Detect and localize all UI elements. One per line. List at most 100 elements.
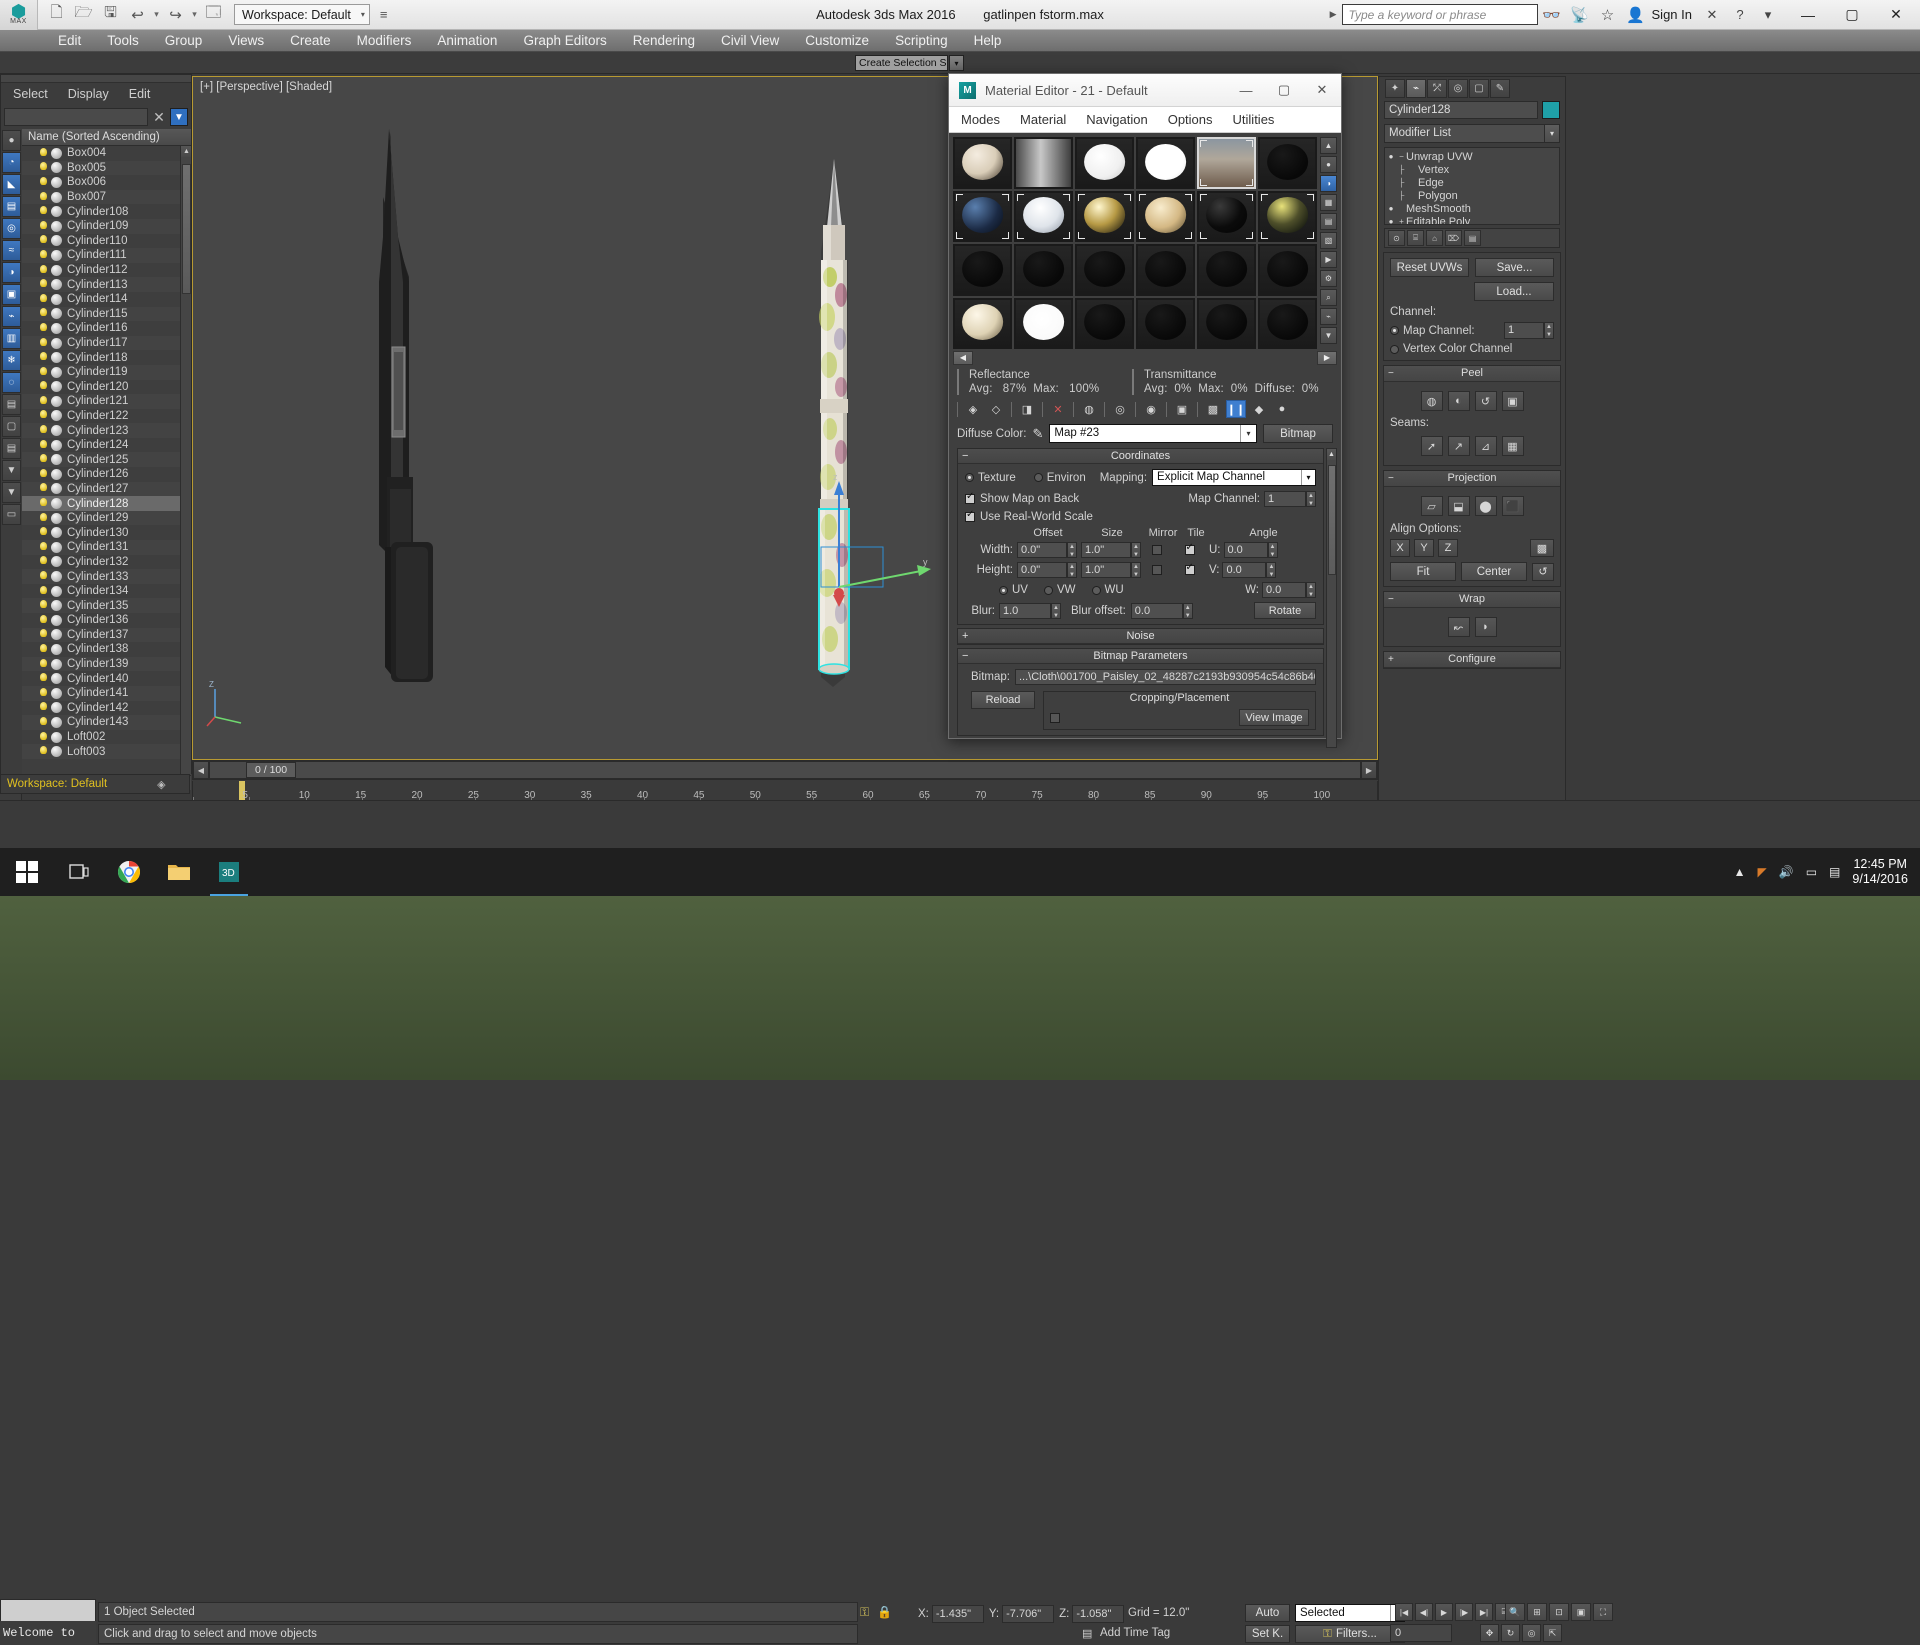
material-sample-slot[interactable] — [1197, 298, 1256, 350]
map-channel-spinner[interactable]: ▲▼ — [1306, 491, 1316, 507]
vw-radio[interactable] — [1044, 586, 1053, 595]
set-key-button[interactable]: Set K. — [1245, 1625, 1290, 1643]
relax-icon[interactable]: ▣ — [1502, 391, 1524, 411]
object-sphere-icon[interactable] — [51, 746, 62, 757]
texture-radio[interactable] — [965, 473, 974, 482]
put-to-library-icon[interactable]: ◉ — [1141, 400, 1161, 418]
material-sample-slot[interactable] — [1014, 244, 1073, 296]
lightbulb-toggle-icon[interactable]: ● — [1385, 152, 1397, 161]
list-item[interactable]: Box005 — [22, 161, 191, 176]
tab-create[interactable]: ✦ — [1385, 79, 1405, 98]
sign-in-button[interactable]: Sign In — [1650, 7, 1698, 22]
lightbulb-icon[interactable] — [38, 644, 49, 655]
map-channel-radio[interactable] — [1390, 326, 1399, 335]
material-sample-slot[interactable] — [953, 191, 1012, 243]
object-sphere-icon[interactable] — [51, 396, 62, 407]
object-name-input[interactable]: Cylinder128 — [1384, 101, 1538, 119]
show-end-result-icon[interactable]: ⌸ — [1407, 230, 1424, 246]
reload-button[interactable]: Reload — [971, 691, 1035, 709]
width-offset-input[interactable]: 0.0" — [1017, 542, 1067, 558]
material-sample-slot[interactable] — [1014, 191, 1073, 243]
lightbulb-icon[interactable] — [38, 483, 49, 494]
modifier-stack-item[interactable]: ●+Editable Poly — [1385, 215, 1559, 225]
display-helpers-icon[interactable]: ◎ — [2, 218, 21, 239]
height-size-spinner[interactable]: ▲▼ — [1131, 562, 1141, 578]
scroll-up-icon[interactable]: ▲ — [1327, 449, 1336, 460]
scroll-slots-down-icon[interactable]: ▼ — [1320, 327, 1337, 344]
width-size-input[interactable]: 1.0" — [1081, 542, 1131, 558]
material-sample-slot[interactable] — [1197, 137, 1256, 189]
lightbulb-icon[interactable] — [38, 323, 49, 334]
new-file-icon[interactable]: 🗋 — [44, 3, 69, 27]
material-sample-slot[interactable] — [1014, 137, 1073, 189]
layers-icon[interactable]: ◈ — [157, 778, 165, 791]
lightbulb-icon[interactable] — [38, 629, 49, 640]
eyedropper-icon[interactable]: ✎ — [1032, 426, 1043, 442]
app-logo-button[interactable]: ⬢ MAX — [0, 0, 38, 30]
object-sphere-icon[interactable] — [51, 206, 62, 217]
modifier-stack-item[interactable]: ├Polygon — [1385, 189, 1559, 202]
expand-icon[interactable]: + — [1397, 217, 1406, 225]
modifier-stack[interactable]: ●−Unwrap UVW├Vertex├Edge├Polygon●MeshSmo… — [1384, 147, 1560, 225]
view-image-button[interactable]: View Image — [1239, 709, 1309, 726]
material-sample-slot[interactable] — [1075, 298, 1134, 350]
object-sphere-icon[interactable] — [51, 308, 62, 319]
material-map-navigator-icon[interactable]: ⌁ — [1320, 308, 1337, 325]
lightbulb-icon[interactable] — [38, 746, 49, 757]
layer-view-icon[interactable]: ▤ — [2, 438, 21, 459]
w-angle-spinner[interactable]: ▲▼ — [1306, 582, 1316, 598]
object-sphere-icon[interactable] — [51, 323, 62, 334]
undo-icon[interactable]: ↩ — [125, 3, 150, 27]
material-sample-slot[interactable] — [1014, 298, 1073, 350]
lightbulb-icon[interactable] — [38, 162, 49, 173]
object-sphere-icon[interactable] — [51, 673, 62, 684]
object-sphere-icon[interactable] — [51, 586, 62, 597]
list-item[interactable]: Cylinder119 — [22, 365, 191, 380]
object-sphere-icon[interactable] — [51, 513, 62, 524]
lightbulb-icon[interactable] — [38, 673, 49, 684]
list-item[interactable]: Cylinder126 — [22, 467, 191, 482]
lightbulb-icon[interactable] — [38, 542, 49, 553]
menu-item-scripting[interactable]: Scripting — [882, 30, 961, 52]
infocenter-close-icon[interactable]: ✕ — [1698, 3, 1726, 27]
object-color-swatch[interactable] — [1542, 101, 1560, 119]
object-sphere-icon[interactable] — [51, 250, 62, 261]
height-size-input[interactable]: 1.0" — [1081, 562, 1131, 578]
search-input[interactable]: Type a keyword or phrase — [1342, 4, 1538, 25]
modifier-stack-item[interactable]: ●MeshSmooth — [1385, 202, 1559, 215]
pelt-map-icon[interactable]: ↺ — [1475, 391, 1497, 411]
object-sphere-icon[interactable] — [51, 688, 62, 699]
lightbulb-icon[interactable] — [38, 600, 49, 611]
list-item[interactable]: Cylinder134 — [22, 584, 191, 599]
collapse-icon[interactable]: − — [1388, 592, 1394, 607]
menu-item-tools[interactable]: Tools — [94, 30, 152, 52]
list-item[interactable]: Cylinder141 — [22, 686, 191, 701]
y-coordinate-field[interactable]: Y: -7.706" — [989, 1605, 1054, 1623]
minimize-button[interactable]: — — [1227, 74, 1265, 106]
named-selection-set-dropdown-icon[interactable]: ▾ — [949, 55, 964, 71]
menu-item-customize[interactable]: Customize — [792, 30, 882, 52]
menu-item-help[interactable]: Help — [961, 30, 1015, 52]
align-z-button[interactable]: Z — [1438, 539, 1458, 557]
material-sample-slot[interactable] — [953, 137, 1012, 189]
object-sphere-icon[interactable] — [51, 469, 62, 480]
pin-stack-icon[interactable]: ⊙ — [1388, 230, 1405, 246]
explorer-menu-select[interactable]: Select — [13, 87, 48, 101]
display-shapes-icon[interactable]: ◔ — [2, 152, 21, 173]
peel-mode-icon[interactable]: ◐ — [1448, 391, 1470, 411]
zoom-region-icon[interactable]: ▣ — [1571, 1603, 1591, 1621]
wrap-u-icon[interactable]: ↜ — [1448, 617, 1470, 637]
lightbulb-icon[interactable] — [38, 279, 49, 290]
material-sample-slot[interactable] — [1075, 137, 1134, 189]
menu-item-civil-view[interactable]: Civil View — [708, 30, 792, 52]
object-sphere-icon[interactable] — [51, 294, 62, 305]
align-x-button[interactable]: X — [1390, 539, 1410, 557]
windows-start-icon[interactable] — [0, 848, 54, 896]
lightbulb-icon[interactable] — [38, 513, 49, 524]
3dsmax-icon[interactable]: 3D — [204, 848, 254, 896]
list-item[interactable]: Box004 — [22, 146, 191, 161]
previous-slot-icon[interactable]: ◀ — [953, 351, 973, 365]
next-slot-icon[interactable]: ▶ — [1317, 351, 1337, 365]
make-unique-icon[interactable]: ◎ — [1110, 400, 1130, 418]
object-sphere-icon[interactable] — [51, 659, 62, 670]
